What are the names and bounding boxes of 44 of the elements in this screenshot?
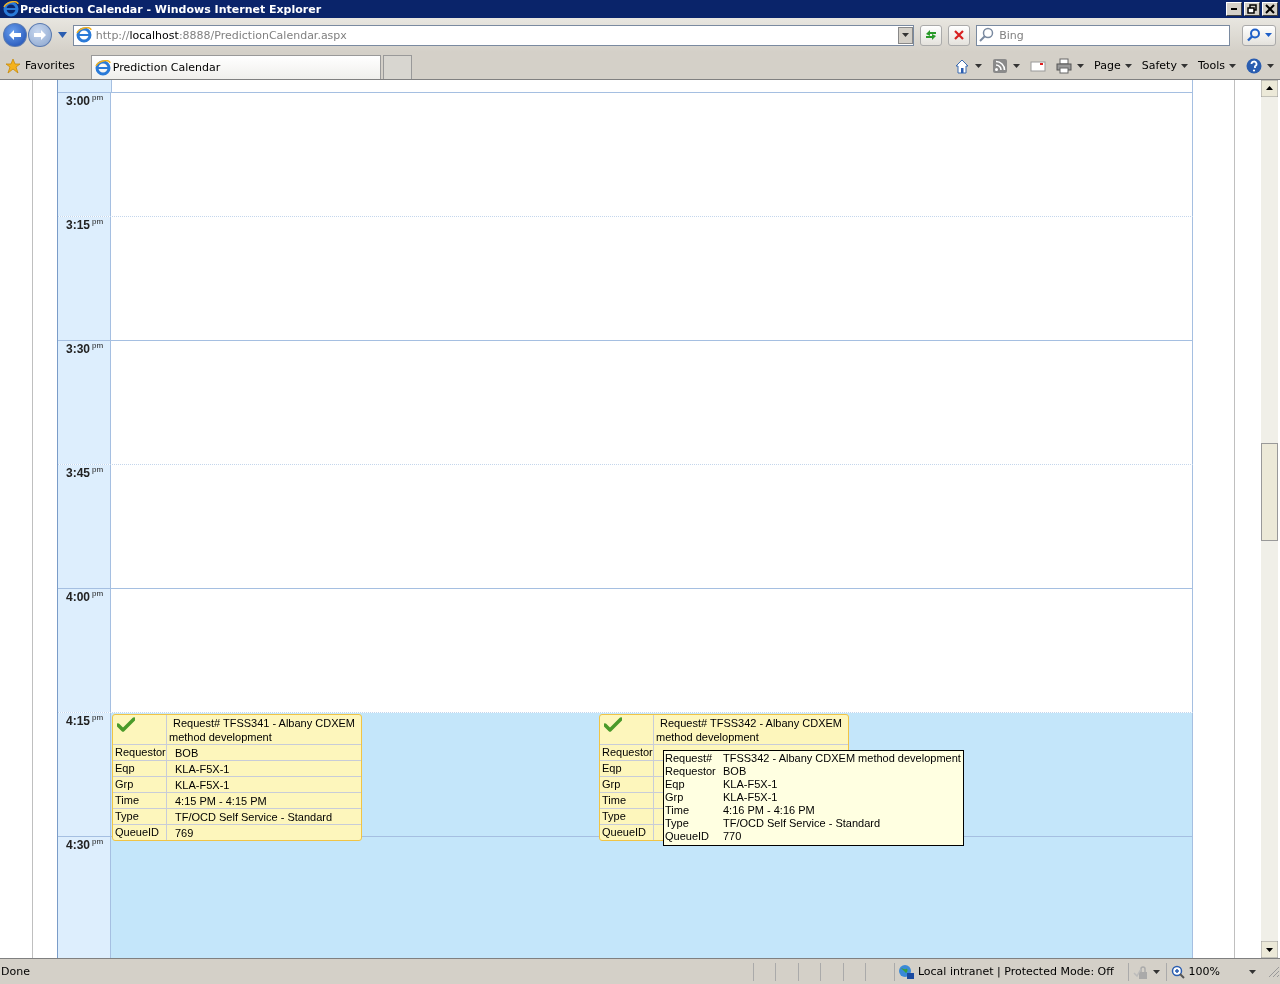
field-label: Time xyxy=(113,793,167,808)
tooltip-label: Time xyxy=(665,804,691,817)
event-title: Request# TFSS342 - Albany CDXEM method development xyxy=(656,716,843,744)
field-label: Requestor xyxy=(600,745,654,760)
security-zone-text: Local intranet | Protected Mode: Off xyxy=(917,965,1114,978)
field-label: Type xyxy=(600,809,654,824)
field-label: Grp xyxy=(600,777,654,792)
field-label: Eqp xyxy=(113,761,167,776)
tooltip-value: 770 xyxy=(723,830,742,843)
tooltip-value: KLA-F5X-1 xyxy=(723,778,778,791)
tooltip-label: Type xyxy=(665,817,690,830)
field-value: TF/OCD Self Service - Standard xyxy=(175,810,333,823)
time-label: 4:00 $^{pm}$ xyxy=(66,590,104,604)
tooltip-value: TF/OCD Self Service - Standard xyxy=(723,817,881,830)
time-label: 4:15 $^{pm}$ xyxy=(66,714,104,728)
time-label: 4:30 $^{pm}$ xyxy=(66,838,104,852)
field-value: KLA-F5X-1 xyxy=(175,778,230,791)
time-label: 3:00 $^{pm}$ xyxy=(66,94,104,108)
field-value: KLA-F5X-1 xyxy=(175,762,230,775)
window-title: Prediction Calendar - Windows Internet Explorer xyxy=(20,2,323,16)
field-label: Type xyxy=(113,809,167,824)
time-label: 3:15 $^{pm}$ xyxy=(66,218,104,232)
field-label: Grp xyxy=(113,777,167,792)
field-value: BOB xyxy=(175,746,199,759)
field-label: QueueID xyxy=(600,825,654,840)
field-value: 4:15 PM - 4:15 PM xyxy=(175,794,267,807)
field-label: Eqp xyxy=(600,761,654,776)
field-label: Requestor xyxy=(113,745,167,760)
tooltip-label: Requestor xyxy=(665,765,717,778)
tooltip-value: TFSS342 - Albany CDXEM method development xyxy=(723,752,961,765)
tooltip-label: QueueID xyxy=(665,830,711,843)
tooltip-label: Eqp xyxy=(665,778,686,791)
tooltip-label: Grp xyxy=(665,791,685,804)
field-label: Time xyxy=(600,793,654,808)
time-label: 3:30 $^{pm}$ xyxy=(66,342,104,356)
tooltip-label: Request# xyxy=(665,752,714,765)
field-label: QueueID xyxy=(113,825,167,840)
field-value: 769 xyxy=(175,826,194,839)
tooltip-value: BOB xyxy=(723,765,747,778)
time-label: 3:45 $^{pm}$ xyxy=(66,466,104,480)
event-title: Request# TFSS341 - Albany CDXEM method development xyxy=(169,716,356,744)
tooltip-value: 4:16 PM - 4:16 PM xyxy=(723,804,815,817)
status-text: Done xyxy=(0,965,31,978)
tooltip-value: KLA-F5X-1 xyxy=(723,791,778,804)
